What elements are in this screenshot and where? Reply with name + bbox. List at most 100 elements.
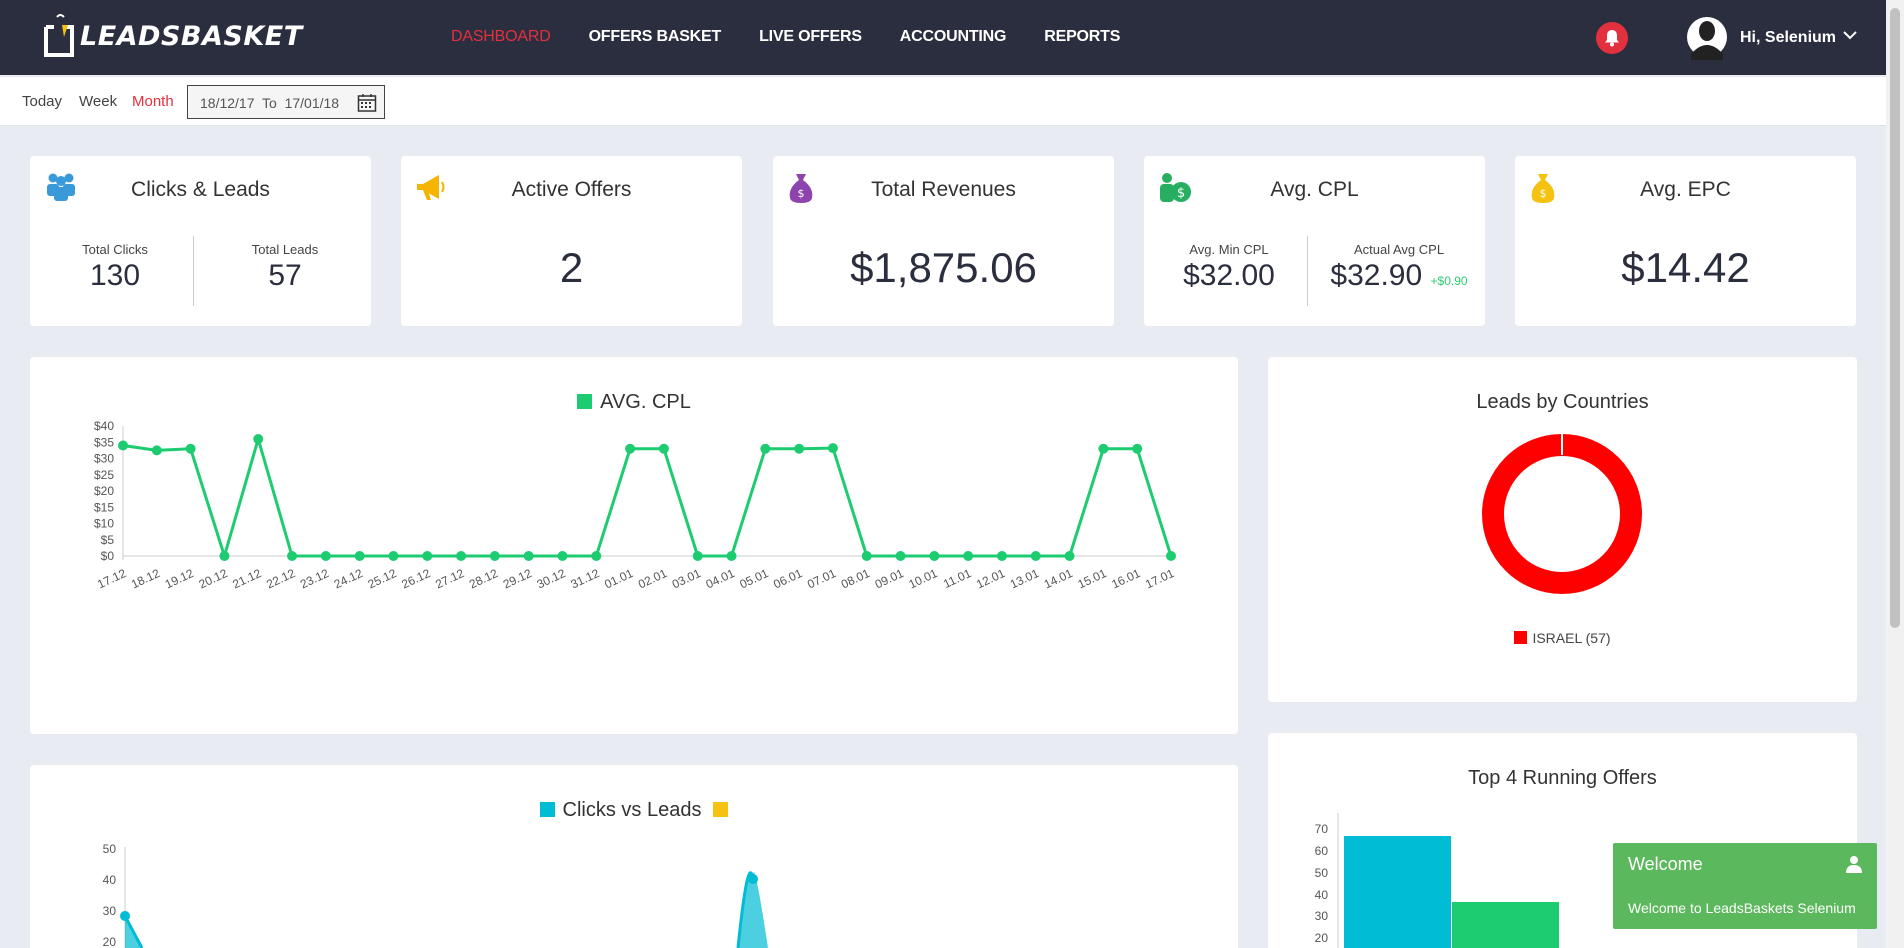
data-point[interactable] xyxy=(1166,551,1176,561)
active-offers-title: Active Offers xyxy=(511,178,632,201)
avg-epc-title: Avg. EPC xyxy=(1640,178,1731,201)
avg-cpl-series-line xyxy=(122,437,1173,558)
y-tick-label: $25 xyxy=(94,468,114,482)
data-point[interactable] xyxy=(253,434,264,444)
x-tick-label: 27.12 xyxy=(433,566,466,592)
date-range-input[interactable]: 18/12/17 To 17/01/18 xyxy=(187,85,385,119)
data-point[interactable] xyxy=(557,551,568,561)
donut-slice-israel[interactable] xyxy=(1482,434,1642,594)
y-tick-label: $40 xyxy=(94,419,114,433)
y-tick-label: 20 xyxy=(1315,931,1329,945)
data-point[interactable] xyxy=(625,443,636,454)
total-clicks: Total Clicks 130 xyxy=(30,242,200,293)
user-icon xyxy=(1846,856,1862,873)
data-point[interactable] xyxy=(118,440,128,451)
data-point[interactable] xyxy=(692,551,703,561)
actual-avg-cpl: Actual Avg CPL $32.90 +$0.90 xyxy=(1314,242,1484,293)
actual-avg-cpl-row: $32.90 +$0.90 xyxy=(1314,259,1484,293)
page-scrollbar[interactable] xyxy=(1886,0,1904,948)
data-point[interactable] xyxy=(219,551,230,561)
data-point[interactable] xyxy=(354,551,365,561)
range-week[interactable]: Week xyxy=(79,93,117,110)
data-point[interactable] xyxy=(827,443,838,454)
x-tick-label: 03.01 xyxy=(670,566,703,592)
offer-bar-2[interactable] xyxy=(1452,902,1559,948)
clicks-vs-leads-card: Clicks vs Leads 20 30 40 50 xyxy=(30,765,1238,948)
data-point[interactable] xyxy=(658,443,669,454)
toast-message: Welcome to LeadsBaskets Selenium xyxy=(1628,900,1856,916)
notifications-button[interactable] xyxy=(1596,22,1628,54)
range-today[interactable]: Today xyxy=(22,93,62,110)
nav-offers-basket[interactable]: OFFERS BASKET xyxy=(589,28,722,46)
data-point[interactable] xyxy=(185,443,196,454)
date-filter-bar: Today Week Month 18/12/17 To 17/01/18 xyxy=(0,77,1886,126)
leads-by-countries-card: Leads by Countries ISRAEL (57) xyxy=(1268,357,1857,702)
range-month[interactable]: Month xyxy=(132,93,174,110)
data-point[interactable] xyxy=(963,551,974,561)
donut-legend[interactable]: ISRAEL (57) xyxy=(1268,630,1857,646)
data-point[interactable] xyxy=(1132,443,1143,454)
x-tick-label: 07.01 xyxy=(805,566,838,592)
data-point[interactable] xyxy=(523,551,534,561)
clicks-point[interactable] xyxy=(120,911,130,921)
brand-logo[interactable]: LEADSBASKET xyxy=(44,8,303,64)
total-leads-label: Total Leads xyxy=(251,242,319,257)
avg-cpl-card: $ Avg. CPL Avg. Min CPL $32.00 Actual Av… xyxy=(1144,156,1485,326)
chevron-down-icon[interactable] xyxy=(1843,30,1857,40)
data-point[interactable] xyxy=(456,551,467,561)
nav-live-offers[interactable]: LIVE OFFERS xyxy=(759,28,862,46)
y-tick-label: $10 xyxy=(94,517,114,531)
avg-min-cpl: Avg. Min CPL $32.00 xyxy=(1144,242,1314,293)
nav-reports[interactable]: REPORTS xyxy=(1044,28,1120,46)
offer-bar-1[interactable] xyxy=(1344,836,1451,948)
leads-donut-chart xyxy=(1482,434,1642,594)
calendar-icon[interactable] xyxy=(357,93,377,113)
data-point[interactable] xyxy=(1098,443,1109,454)
total-revenues-value: $1,875.06 xyxy=(850,244,1037,291)
x-tick-label: 16.01 xyxy=(1109,566,1142,592)
x-tick-label: 17.12 xyxy=(95,566,128,592)
data-point[interactable] xyxy=(1064,551,1075,561)
x-tick-label: 20.12 xyxy=(197,566,230,592)
x-tick-label: 19.12 xyxy=(163,566,196,592)
data-point[interactable] xyxy=(726,551,737,561)
divider xyxy=(1307,236,1308,306)
data-point[interactable] xyxy=(861,551,872,561)
data-point[interactable] xyxy=(794,443,805,454)
y-tick-label: 30 xyxy=(1315,909,1329,923)
data-point[interactable] xyxy=(489,551,500,561)
data-point[interactable] xyxy=(760,443,771,454)
x-tick-label: 18.12 xyxy=(129,566,162,592)
active-offers-value: 2 xyxy=(559,244,584,291)
x-tick-label: 21.12 xyxy=(230,566,263,592)
welcome-toast[interactable]: Welcome Welcome to LeadsBaskets Selenium xyxy=(1613,843,1877,929)
x-tick-label: 22.12 xyxy=(264,566,297,592)
x-tick-label: 02.01 xyxy=(636,566,669,592)
x-tick-label: 25.12 xyxy=(366,566,399,592)
data-point[interactable] xyxy=(929,551,940,561)
x-tick-label: 15.01 xyxy=(1076,566,1109,592)
scrollbar-thumb[interactable] xyxy=(1890,8,1900,628)
data-point[interactable] xyxy=(895,551,906,561)
data-point[interactable] xyxy=(388,551,399,561)
avg-cpl-line-chart: $0 $5 $10 $15 $20 $25 $30 $35 $40 17.12 18.12 19.12… xyxy=(94,419,1177,592)
clicks-vs-leads-chart: 20 30 40 50 xyxy=(103,842,768,948)
legend-swatch xyxy=(1514,631,1528,644)
data-point[interactable] xyxy=(422,551,433,561)
data-point[interactable] xyxy=(996,551,1007,561)
total-leads: Total Leads 57 xyxy=(200,242,370,293)
data-point[interactable] xyxy=(591,551,602,561)
clicks-leads-card: Clicks & Leads Total Clicks 130 Total Le… xyxy=(30,156,371,326)
avatar[interactable] xyxy=(1687,14,1727,60)
data-point[interactable] xyxy=(151,445,162,456)
data-point[interactable] xyxy=(320,551,331,561)
data-point[interactable] xyxy=(287,551,298,561)
nav-dashboard[interactable]: DASHBOARD xyxy=(451,28,551,46)
clicks-point[interactable] xyxy=(748,874,758,884)
data-point[interactable] xyxy=(1030,551,1041,561)
user-greeting[interactable]: Hi, Selenium xyxy=(1740,29,1836,47)
nav-accounting[interactable]: ACCOUNTING xyxy=(900,28,1007,46)
x-tick-label: 01.01 xyxy=(602,566,635,592)
brand-name: LEADSBASKET xyxy=(80,20,303,52)
y-tick-label: 50 xyxy=(1315,866,1329,880)
